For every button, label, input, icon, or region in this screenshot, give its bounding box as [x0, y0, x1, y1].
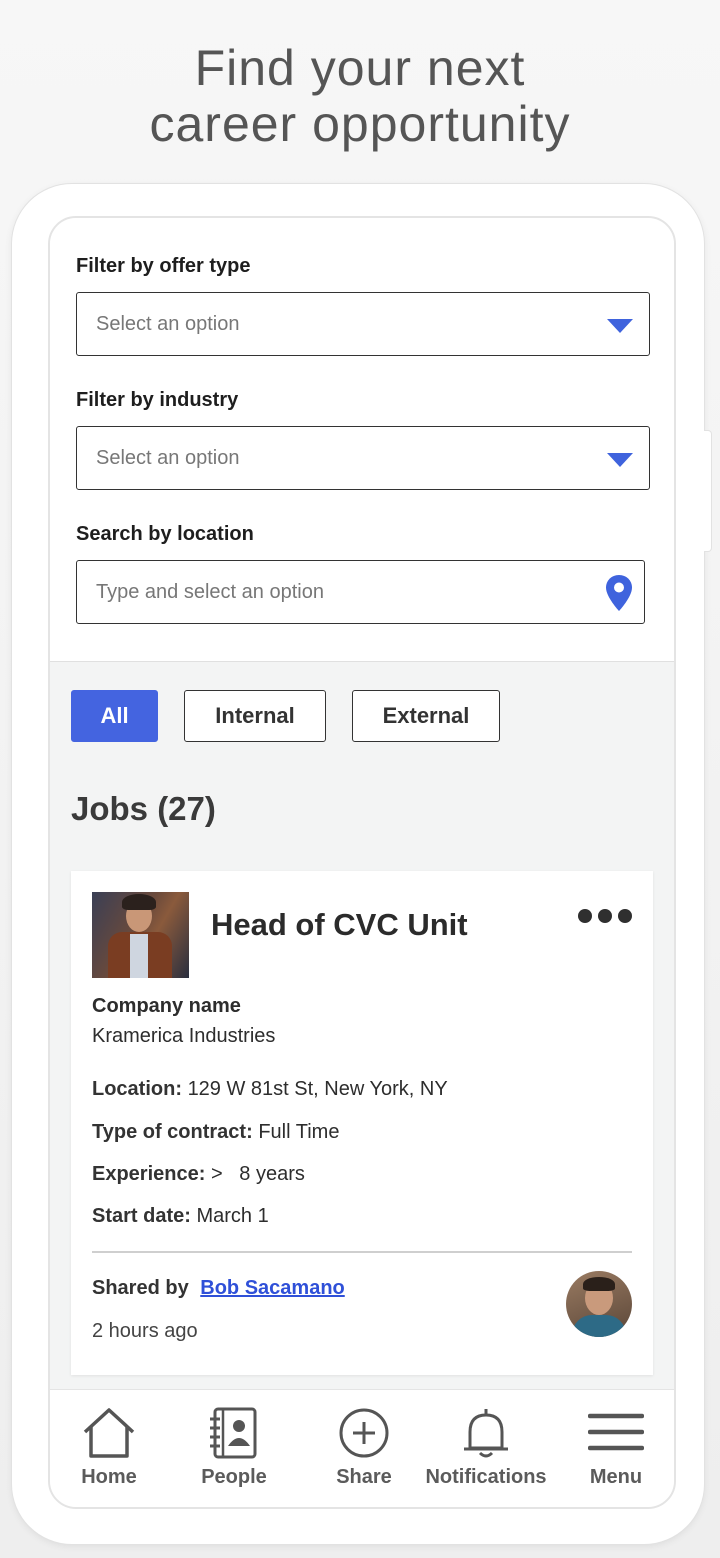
nav-share[interactable]: Share: [302, 1406, 426, 1489]
jobs-count-heading: Jobs (27): [71, 790, 216, 827]
hero-line-1: Find your next: [194, 40, 526, 96]
nav-people-label: People: [201, 1466, 267, 1488]
offer-type-select[interactable]: Select an option: [76, 292, 650, 356]
home-icon: [83, 1408, 135, 1458]
job-card[interactable]: Head of CVC Unit Company name Kramerica …: [71, 871, 653, 1375]
start-date-row: Start date: March 1: [92, 1205, 269, 1228]
industry-select[interactable]: Select an option: [76, 426, 650, 490]
card-divider: [92, 1251, 632, 1253]
avatar[interactable]: [566, 1271, 632, 1337]
experience-label: Experience:: [92, 1163, 206, 1185]
nav-notifications[interactable]: Notifications: [416, 1406, 556, 1489]
dropdown-caret-icon: [607, 319, 633, 333]
job-title[interactable]: Head of CVC Unit: [211, 907, 468, 943]
filters-panel: Filter by offer type Select an option Fi…: [50, 218, 674, 662]
tab-external[interactable]: External: [352, 690, 500, 742]
location-pin-icon: [606, 575, 632, 611]
plus-circle-icon: [339, 1408, 389, 1458]
nav-menu[interactable]: Menu: [554, 1406, 674, 1489]
location-row-label: Location:: [92, 1078, 182, 1100]
shared-by-label: Shared by: [92, 1277, 189, 1299]
company-name: Kramerica Industries: [92, 1025, 276, 1047]
hamburger-menu-icon: [588, 1413, 644, 1451]
contract-row: Type of contract: Full Time: [92, 1121, 339, 1144]
tab-internal[interactable]: Internal: [184, 690, 326, 742]
hero-heading: Find your next career opportunity: [0, 40, 720, 152]
nav-home[interactable]: Home: [50, 1406, 171, 1489]
offer-type-label: Filter by offer type: [76, 255, 251, 277]
nav-home-label: Home: [81, 1466, 137, 1488]
tab-all[interactable]: All: [71, 690, 158, 742]
location-placeholder: Type and select an option: [96, 580, 324, 603]
nav-notifications-label: Notifications: [425, 1466, 547, 1488]
phone-screen: Filter by offer type Select an option Fi…: [48, 216, 676, 1509]
experience-row: Experience: > 8 years: [92, 1163, 305, 1186]
dropdown-caret-icon: [607, 453, 633, 467]
location-search-input[interactable]: Type and select an option: [76, 560, 645, 624]
bottom-nav: Home People Share Notifications Menu: [50, 1389, 674, 1507]
bell-icon: [464, 1409, 508, 1458]
posted-time: 2 hours ago: [92, 1320, 198, 1342]
nav-people[interactable]: People: [172, 1406, 296, 1489]
shared-by-link[interactable]: Bob Sacamano: [200, 1277, 344, 1299]
contacts-book-icon: [210, 1407, 257, 1459]
offer-type-placeholder: Select an option: [96, 312, 240, 335]
location-value: 129 W 81st St, New York, NY: [187, 1078, 448, 1100]
contract-label: Type of contract:: [92, 1121, 253, 1143]
phone-side-button: [704, 430, 712, 552]
industry-placeholder: Select an option: [96, 446, 240, 469]
experience-value: > 8 years: [210, 1163, 305, 1185]
start-date-value: March 1: [196, 1205, 269, 1227]
shared-by-row: Shared by Bob Sacamano: [92, 1277, 345, 1300]
start-date-label: Start date:: [92, 1205, 191, 1227]
company-label: Company name: [92, 995, 241, 1017]
hero-line-2: career opportunity: [149, 96, 571, 152]
location-row: Location: 129 W 81st St, New York, NY: [92, 1078, 448, 1101]
more-options-icon[interactable]: [578, 909, 632, 923]
nav-share-label: Share: [336, 1466, 392, 1488]
industry-label: Filter by industry: [76, 389, 239, 411]
job-thumbnail: [92, 892, 189, 978]
location-label: Search by location: [76, 523, 254, 545]
contract-value: Full Time: [258, 1121, 340, 1143]
nav-menu-label: Menu: [589, 1466, 643, 1488]
